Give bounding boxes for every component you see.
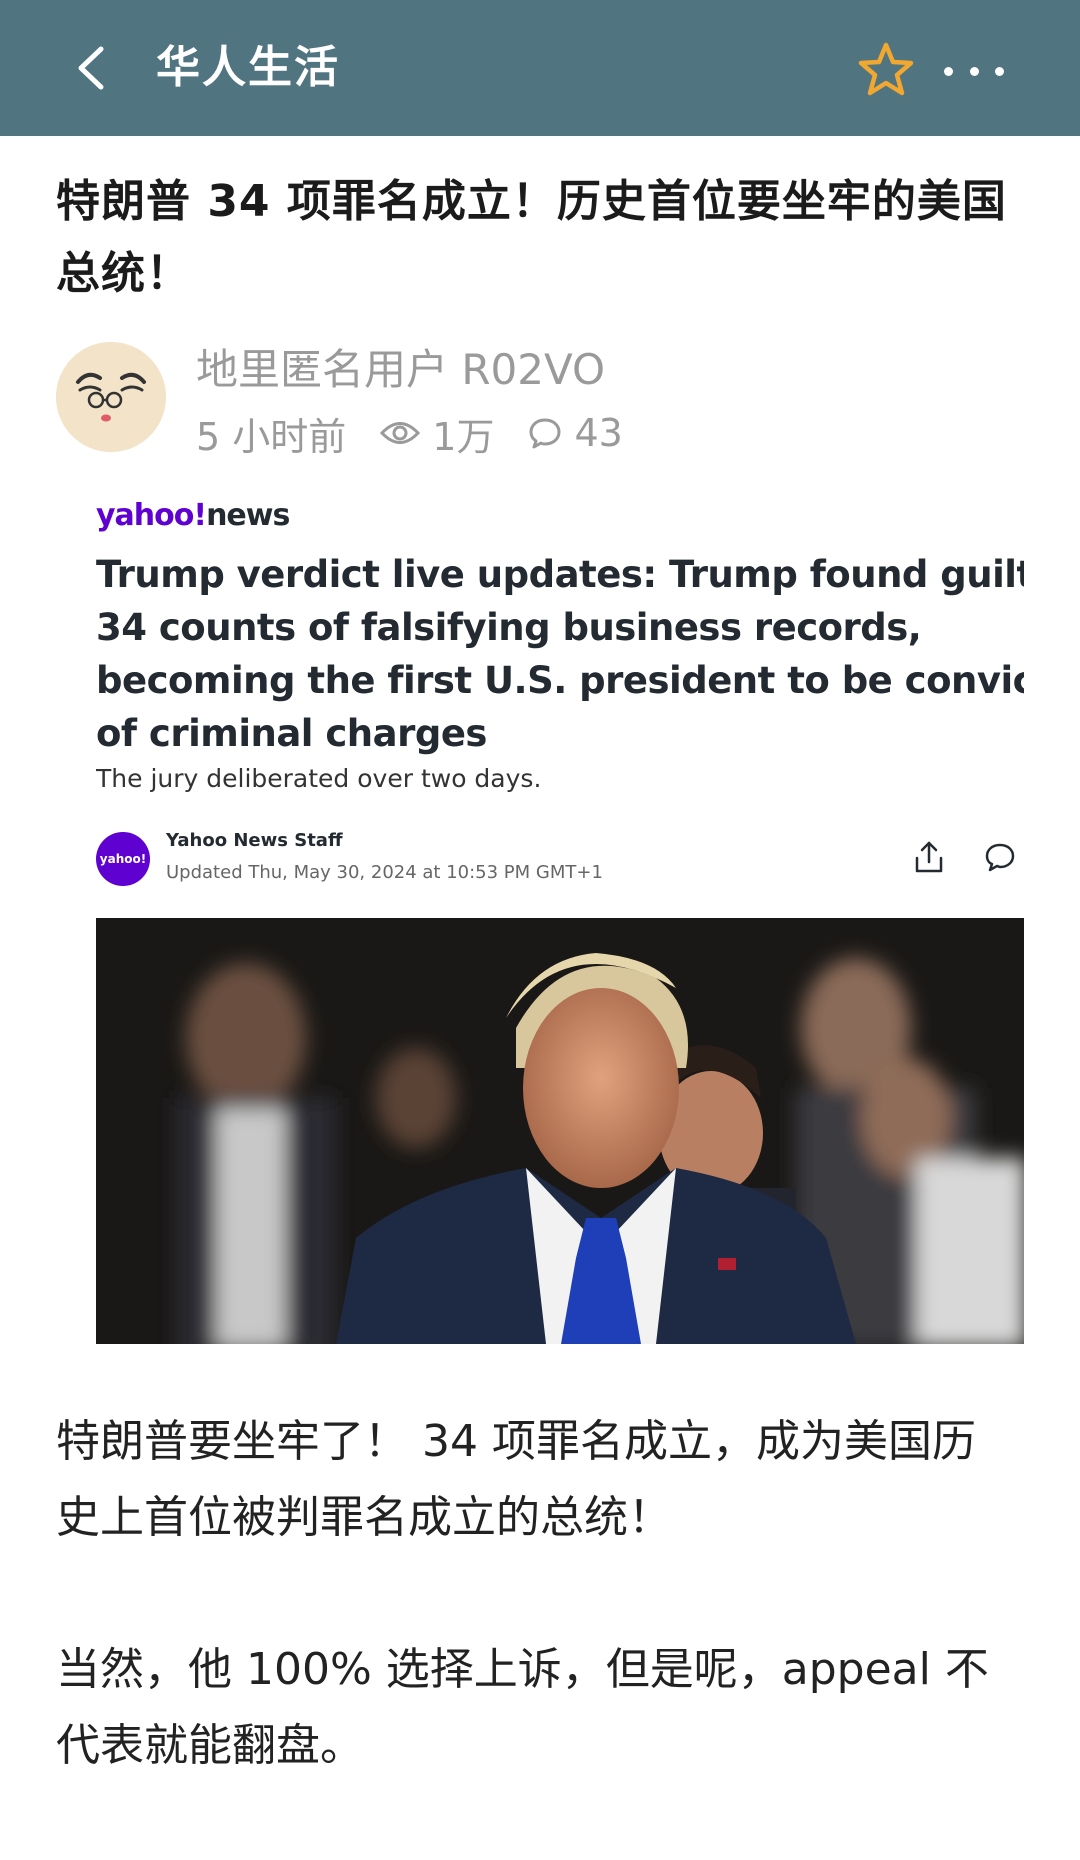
post-body: 特朗普要坐牢了！ 34 项罪名成立，成为美国历史上首位被判罪名成立的总统！ 当然… (56, 1404, 1016, 1860)
byline-name: Yahoo News Staff (166, 830, 343, 851)
more-dots-icon (944, 66, 953, 76)
view-count: 1万 (380, 406, 494, 461)
byline-date: Updated Thu, May 30, 2024 at 10:53 PM GM… (166, 862, 603, 883)
comment-count-value: 43 (574, 411, 623, 455)
news-subhead: The jury deliberated over two days. (96, 764, 542, 793)
forum-title: 华人生活 (156, 42, 340, 93)
back-button[interactable] (62, 40, 118, 96)
star-icon (858, 42, 914, 96)
avatar[interactable] (56, 342, 166, 452)
body-paragraph: 当然，他 100% 选择上诉，但是呢，appeal 不代表就能翻盘。 (56, 1644, 989, 1771)
view-count-value: 1万 (432, 414, 495, 459)
more-button[interactable] (944, 56, 1004, 86)
comment-icon (985, 843, 1015, 872)
post-title: 特朗普 34 项罪名成立！历史首位要坐牢的美国总统！ (56, 176, 1007, 299)
news-photo (96, 918, 1024, 1344)
body-paragraph: 特朗普要坐牢了！ 34 项罪名成立，成为美国历史上首位被判罪名成立的总统！ (56, 1416, 976, 1543)
news-photo-image (96, 918, 1024, 1344)
yahoo-byline-logo: yahoo! (96, 832, 150, 886)
yahoo-news-logo: yahoo!news (96, 498, 290, 533)
headline-line: Trump verdict live updates: Trump found … (96, 553, 1024, 596)
news-screenshot: yahoo!news Trump verdict live updates: T… (96, 490, 1024, 1346)
post-meta: 5 小时前 1万 43 (196, 406, 657, 460)
top-bar: 华人生活 (0, 0, 1080, 136)
eye-icon (380, 422, 421, 444)
news-headline: Trump verdict live updates: Trump found … (96, 548, 1024, 760)
headline-line: becoming the first U.S. president to be … (96, 659, 1024, 702)
comment-bubble-icon (529, 418, 561, 449)
favorite-button[interactable] (856, 40, 916, 100)
author-name[interactable]: 地里匿名用户 R02VO (196, 342, 605, 398)
post-time: 5 小时前 (196, 414, 347, 459)
chevron-left-icon (78, 46, 104, 90)
headline-line: of criminal charges (96, 712, 487, 755)
smiley-face-icon (56, 342, 166, 452)
headline-line: 34 counts of falsifying business records… (96, 606, 922, 649)
share-icon (915, 841, 943, 873)
comment-count: 43 (528, 411, 623, 455)
